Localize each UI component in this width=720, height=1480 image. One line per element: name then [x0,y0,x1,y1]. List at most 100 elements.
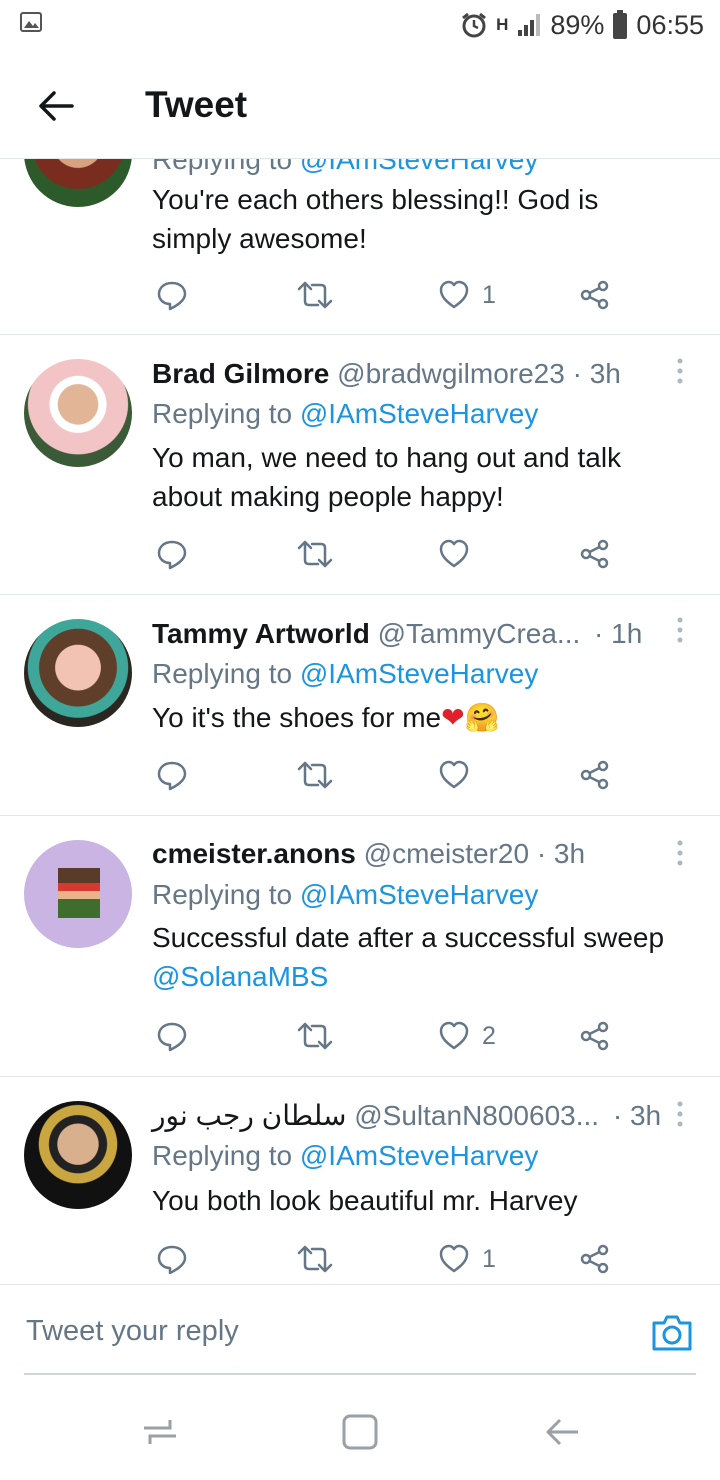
tweet-actions: 1 [0,1239,720,1279]
mention-link[interactable]: @IAmSteveHarvey [300,1140,539,1171]
avatar[interactable] [24,1101,132,1209]
emoji: ❤🤗 [441,702,500,733]
replying-to: Replying to @IAmSteveHarvey [152,398,539,429]
like-icon [439,280,469,309]
avatar[interactable] [24,159,132,207]
network-type-label: H [496,15,509,34]
retweet-icon [297,761,333,789]
display-name[interactable]: سلطان رجب نور [152,1100,346,1131]
retweet-button[interactable] [297,1016,333,1056]
back-arrow-icon[interactable] [36,86,76,126]
replying-to: Replying to @IAmSteveHarvey [152,879,539,910]
like-button[interactable] [438,534,470,574]
page-title: Tweet [145,84,248,125]
tweet-actions [0,755,720,795]
like-count: 2 [482,1021,496,1050]
reply-composer [0,1284,720,1377]
reply-icon [157,1245,187,1275]
tweet-header: cmeister.anons @cmeister20 · 3h [152,838,585,870]
retweet-button[interactable] [297,755,333,795]
like-count: 1 [482,280,496,309]
reply-button[interactable] [156,1239,188,1279]
share-icon [580,1244,609,1274]
signal-icon [518,14,541,36]
retweet-button[interactable] [297,1239,333,1279]
home-icon[interactable] [340,1412,380,1452]
handle[interactable]: @TammyCrea... [378,618,581,649]
avatar[interactable] [24,619,132,727]
like-button[interactable]: 1 [438,275,496,315]
retweet-button[interactable] [297,534,333,574]
more-icon[interactable] [668,838,692,868]
like-icon [439,1021,469,1050]
tweet-header: Tammy Artworld @TammyCrea... · 1h [152,618,642,650]
composer-underline [24,1373,696,1375]
retweet-button[interactable] [297,275,333,315]
handle[interactable]: @bradwgilmore23 [337,358,565,389]
reply-button[interactable] [156,1016,188,1056]
tweet-text: You're each others blessing!! God is sim… [152,184,599,254]
like-button[interactable]: 1 [438,1239,496,1279]
reply-feed: Replying to @IAmSteveHarvey You're each … [0,159,720,1283]
mention-link[interactable]: @IAmSteveHarvey [300,879,539,910]
share-button[interactable] [579,755,611,795]
tweet-header: سلطان رجب نور @SultanN800603... · 3h [152,1099,661,1132]
back-icon[interactable] [542,1412,582,1452]
alarm-icon [462,12,487,38]
avatar[interactable] [24,359,132,467]
system-nav-bar [0,1376,720,1480]
share-button[interactable] [579,534,611,574]
reply-button[interactable] [156,534,188,574]
like-button[interactable]: 2 [438,1016,496,1056]
camera-icon[interactable] [650,1313,694,1353]
tweet-actions: 2 [0,1016,720,1056]
share-icon [580,760,609,790]
reply-icon [157,1022,187,1052]
share-button[interactable] [579,275,611,315]
retweet-icon [297,1022,333,1050]
recent-apps-icon[interactable] [140,1412,180,1452]
tweet-item[interactable]: Tammy Artworld @TammyCrea... · 1h Replyi… [0,595,720,816]
tweet-item[interactable]: Brad Gilmore @bradwgilmore23 · 3h Replyi… [0,334,720,595]
more-icon[interactable] [668,1099,692,1129]
tweet-item[interactable]: cmeister.anons @cmeister20 · 3h Replying… [0,816,720,1077]
share-button[interactable] [579,1239,611,1279]
display-name[interactable]: Tammy Artworld [152,618,370,649]
reply-input[interactable] [24,1285,628,1377]
handle[interactable]: @SultanN800603... [354,1100,599,1131]
retweet-icon [297,540,333,568]
gallery-notification-icon [20,12,42,32]
reply-button[interactable] [156,275,188,315]
timestamp: · 3h [572,358,621,389]
like-icon [439,1244,469,1273]
app-bar: Tweet [0,52,720,159]
like-count: 1 [482,1244,496,1273]
avatar[interactable] [24,840,132,948]
mention-link[interactable]: @IAmSteveHarvey [300,658,539,689]
retweet-icon [297,1245,333,1273]
status-bar: H 89% 06:55 [0,0,720,52]
more-icon[interactable] [668,356,692,386]
display-name[interactable]: Brad Gilmore [152,358,329,389]
like-icon [439,760,469,789]
replying-to: Replying to @IAmSteveHarvey [152,658,539,689]
reply-icon [157,281,187,311]
share-button[interactable] [579,1016,611,1056]
tweet-text: Yo man, we need to hang out and talk abo… [152,442,622,512]
reply-icon [157,761,187,791]
display-name[interactable]: cmeister.anons [152,838,356,869]
tweet-item[interactable]: Replying to @IAmSteveHarvey You're each … [0,159,720,335]
battery-icon [613,10,628,39]
reply-button[interactable] [156,755,188,795]
more-icon[interactable] [668,615,692,645]
mention-link[interactable]: @IAmSteveHarvey [300,398,539,429]
replying-to: Replying to @IAmSteveHarvey [152,1140,539,1171]
handle[interactable]: @cmeister20 [364,838,529,869]
pixel-art [58,868,100,918]
timestamp: · 1h [594,618,643,649]
share-icon [580,1021,609,1051]
like-button[interactable] [438,755,470,795]
tweet-item[interactable]: سلطان رجب نور @SultanN800603... · 3h Rep… [0,1077,720,1283]
mention-link[interactable]: @IAmSteveHarvey [300,159,539,175]
mention-link[interactable]: @SolanaMBS [152,961,328,992]
